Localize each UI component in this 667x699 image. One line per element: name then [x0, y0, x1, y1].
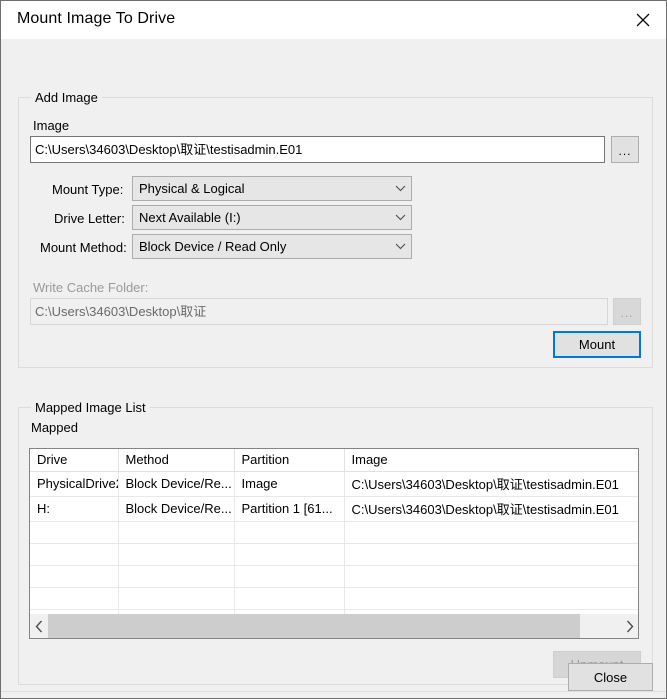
dialog-body: Add Image Image C:\Users\34603\Desktop\取…: [1, 39, 666, 698]
drive-letter-label: Drive Letter:: [54, 211, 125, 226]
cell-image: C:\Users\34603\Desktop\取证\testisadmin.E0…: [344, 496, 638, 522]
cell-drive: H:: [30, 496, 119, 522]
chevron-down-icon: [389, 214, 411, 221]
footer-separator: [1, 691, 666, 692]
write-cache-browse-button: ...: [613, 298, 641, 325]
mount-method-value: Block Device / Read Only: [139, 239, 287, 254]
mount-method-label: Mount Method:: [40, 240, 127, 255]
image-path-input[interactable]: C:\Users\34603\Desktop\取证\testisadmin.E0…: [30, 136, 605, 163]
cell-method: Block Device/Re...: [118, 496, 235, 522]
mount-method-combo[interactable]: Block Device / Read Only: [132, 234, 412, 259]
cell-partition: Image: [234, 471, 345, 497]
mount-image-dialog: Mount Image To Drive Add Image Image C:\…: [0, 0, 667, 699]
cell-partition: Partition 1 [61...: [234, 496, 345, 522]
image-browse-button[interactable]: ...: [611, 136, 639, 163]
table-row-empty[interactable]: [30, 521, 638, 544]
column-header-method[interactable]: Method: [118, 449, 235, 472]
image-label: Image: [33, 118, 70, 133]
mount-type-label: Mount Type:: [52, 182, 124, 197]
mapped-label: Mapped: [31, 420, 78, 435]
column-header-image[interactable]: Image: [344, 449, 638, 472]
mount-button[interactable]: Mount: [553, 331, 641, 358]
cell-drive: PhysicalDrive2: [30, 471, 119, 497]
table-row[interactable]: H: Block Device/Re... Partition 1 [61...…: [30, 496, 638, 522]
close-window-button[interactable]: [620, 1, 666, 39]
chevron-down-icon: [389, 185, 411, 192]
scrollbar-track[interactable]: [48, 614, 620, 638]
table-row[interactable]: PhysicalDrive2 Block Device/Re... Image …: [30, 471, 638, 497]
mapped-image-list-legend: Mapped Image List: [31, 400, 150, 415]
scrollbar-thumb[interactable]: [48, 614, 580, 638]
chevron-left-icon[interactable]: [30, 614, 48, 638]
window-title: Mount Image To Drive: [17, 10, 176, 27]
drive-letter-combo[interactable]: Next Available (I:): [132, 205, 412, 230]
write-cache-folder-label: Write Cache Folder:: [33, 280, 149, 295]
write-cache-folder-input: C:\Users\34603\Desktop\取证: [30, 298, 608, 325]
table-header-row: Drive Method Partition Image: [30, 449, 638, 472]
title-bar: Mount Image To Drive: [1, 1, 666, 39]
close-button[interactable]: Close: [568, 663, 653, 691]
table-row-empty[interactable]: [30, 587, 638, 610]
add-image-group-legend: Add Image: [31, 90, 102, 105]
chevron-right-icon[interactable]: [620, 614, 638, 638]
chevron-down-icon: [389, 243, 411, 250]
table-horizontal-scrollbar[interactable]: [30, 614, 638, 638]
mapped-image-table[interactable]: Drive Method Partition Image PhysicalDri…: [29, 448, 639, 639]
table-row-empty[interactable]: [30, 565, 638, 588]
column-header-partition[interactable]: Partition: [234, 449, 345, 472]
column-header-drive[interactable]: Drive: [30, 449, 119, 472]
mount-type-combo[interactable]: Physical & Logical: [132, 176, 412, 201]
close-icon: [636, 13, 650, 27]
drive-letter-value: Next Available (I:): [139, 210, 241, 225]
mount-type-value: Physical & Logical: [139, 181, 245, 196]
cell-method: Block Device/Re...: [118, 471, 235, 497]
table-row-empty[interactable]: [30, 543, 638, 566]
cell-image: C:\Users\34603\Desktop\取证\testisadmin.E0…: [344, 471, 638, 497]
